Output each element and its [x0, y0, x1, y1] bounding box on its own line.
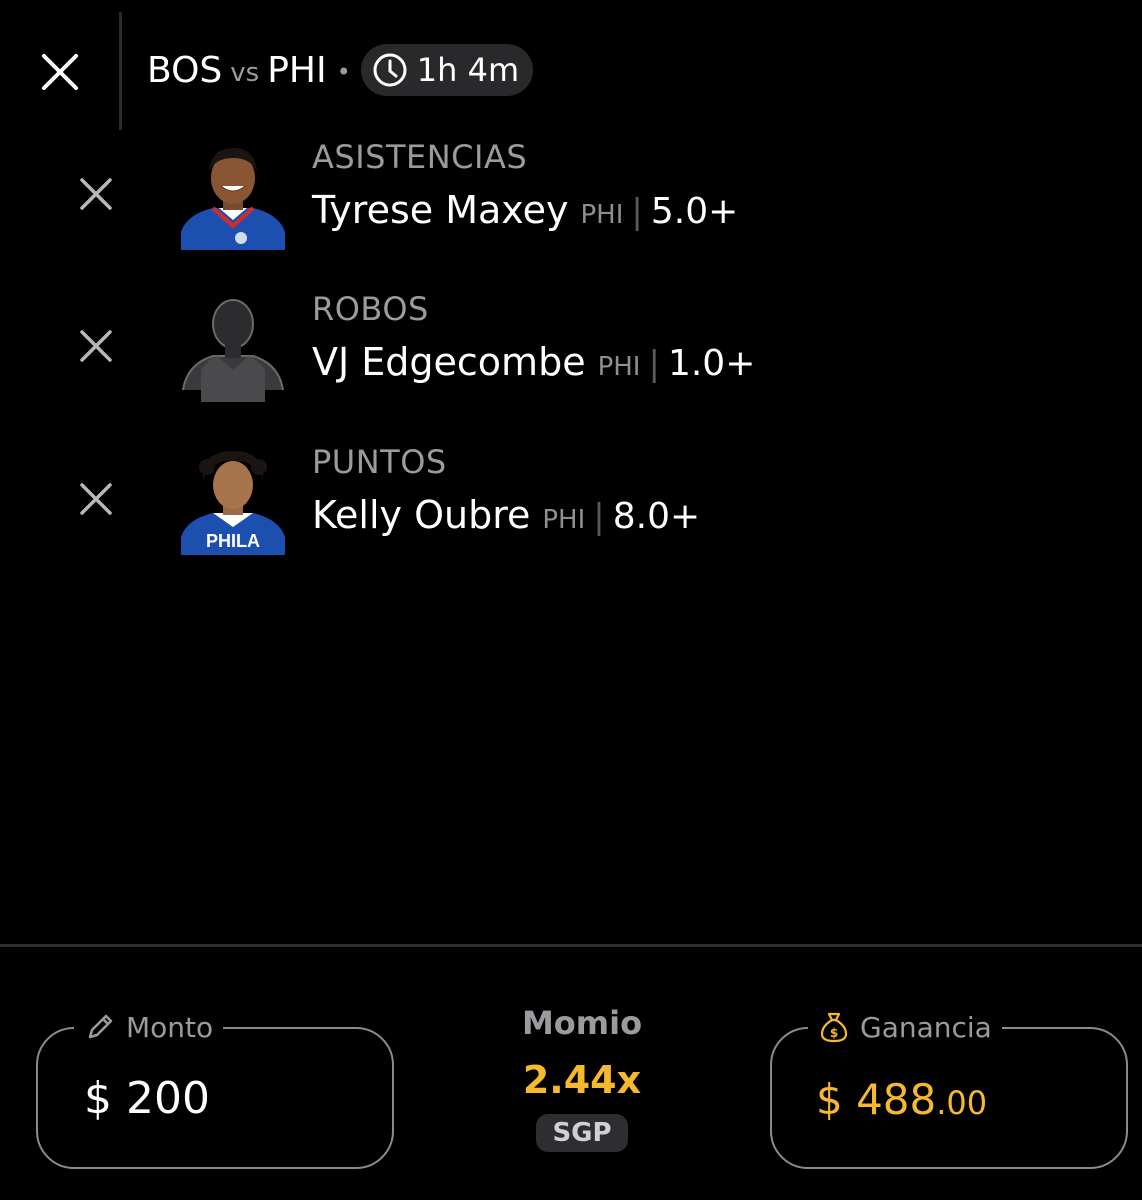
- time-remaining: 1h 4m: [416, 51, 520, 89]
- player-avatar: [179, 142, 287, 250]
- payout-cents: .00: [936, 1084, 988, 1122]
- away-team: PHI: [267, 49, 327, 91]
- payout-label: Ganancia: [860, 1010, 992, 1044]
- stake-input[interactable]: Monto $ 200: [36, 1005, 394, 1169]
- selection: Tyrese Maxey PHI | 5.0+: [312, 188, 738, 232]
- selection: VJ Edgecombe PHI | 1.0+: [312, 340, 755, 384]
- player-team: PHI: [597, 352, 641, 382]
- stake-label: Monto: [126, 1010, 214, 1044]
- market-label: ASISTENCIAS: [312, 138, 528, 176]
- remove-leg-icon[interactable]: [74, 477, 118, 521]
- prop-line: 1.0+: [667, 343, 756, 384]
- remove-leg-icon[interactable]: [74, 324, 118, 368]
- payout-legend: $ Ganancia: [808, 1005, 1002, 1049]
- svg-text:$: $: [830, 1026, 838, 1040]
- jersey-text: PHILA: [206, 531, 260, 551]
- player-name: Tyrese Maxey: [312, 188, 569, 232]
- vs-label: vs: [230, 58, 260, 88]
- home-team: BOS: [147, 49, 223, 91]
- payout-field: $ Ganancia $ 488 .00: [770, 1005, 1128, 1169]
- bet-type-badge: SGP: [536, 1114, 628, 1152]
- prop-line: 5.0+: [650, 191, 739, 232]
- leg-item: ROBOS VJ Edgecombe PHI | 1.0+: [0, 290, 1142, 420]
- market-label: PUNTOS: [312, 443, 447, 481]
- player-team: PHI: [542, 505, 586, 535]
- player-avatar: PHILA: [179, 447, 287, 555]
- payout-value: $ 488 .00: [816, 1075, 987, 1124]
- header-divider: [119, 12, 122, 130]
- clock-icon: [373, 53, 407, 87]
- bet-slip-screen: BOS vs PHI • 1h 4m ASISTENCIAS Tyrese Ma…: [0, 0, 1142, 1200]
- time-remaining-pill: 1h 4m: [360, 44, 534, 96]
- match-header: BOS vs PHI • 1h 4m: [147, 44, 534, 96]
- bottom-divider: [0, 944, 1142, 947]
- player-name: VJ Edgecombe: [312, 340, 586, 384]
- odds-value: 2.44x: [522, 1058, 642, 1102]
- player-name: Kelly Oubre: [312, 493, 531, 537]
- close-icon[interactable]: [36, 48, 84, 96]
- selection-divider: |: [648, 344, 660, 384]
- selection-divider: |: [593, 497, 605, 537]
- market-label: ROBOS: [312, 290, 429, 328]
- selection: Kelly Oubre PHI | 8.0+: [312, 493, 700, 537]
- money-bag-icon: $: [820, 1012, 848, 1043]
- payout-amount: $ 488: [816, 1075, 937, 1124]
- separator-dot: •: [336, 58, 351, 86]
- remove-leg-icon[interactable]: [74, 172, 118, 216]
- prop-line: 8.0+: [612, 496, 701, 537]
- leg-item: PHILA PUNTOS Kelly Oubre PHI | 8.0+: [0, 443, 1142, 573]
- stake-legend: Monto: [74, 1005, 224, 1049]
- leg-item: ASISTENCIAS Tyrese Maxey PHI | 5.0+: [0, 138, 1142, 268]
- player-silhouette-icon: [179, 294, 287, 402]
- selection-divider: |: [631, 192, 643, 232]
- player-team: PHI: [580, 200, 624, 230]
- pencil-icon: [88, 1014, 113, 1039]
- stake-value[interactable]: $ 200: [84, 1073, 210, 1124]
- odds-display: Momio 2.44x SGP: [490, 1004, 674, 1152]
- odds-label: Momio: [521, 1004, 643, 1042]
